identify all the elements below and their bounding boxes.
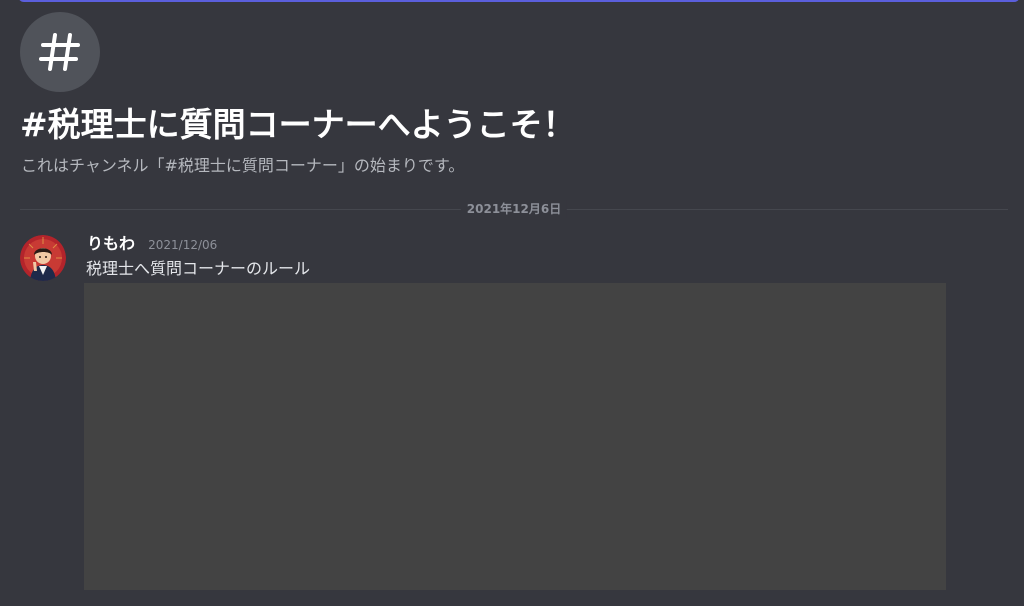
channel-hash-badge <box>20 12 100 92</box>
channel-welcome-description: これはチャンネル「#税理士に質問コーナー」の始まりです。 <box>21 156 465 175</box>
message-input-bar[interactable] <box>18 0 1020 2</box>
message-author[interactable]: りもわ <box>87 234 135 253</box>
channel-welcome-title: #税理士に質問コーナーへようこそ！ <box>20 105 576 144</box>
date-divider: 2021年12月6日 <box>20 200 1008 218</box>
user-avatar-icon[interactable] <box>20 235 66 281</box>
message-header: りもわ 2021/12/06 <box>87 232 217 256</box>
date-divider-label: 2021年12月6日 <box>460 200 568 218</box>
hash-icon <box>39 33 80 71</box>
message-text: 税理士へ質問コーナーのルール <box>86 259 311 278</box>
message-timestamp: 2021/12/06 <box>148 238 218 252</box>
image-attachment-icon[interactable] <box>84 283 946 590</box>
